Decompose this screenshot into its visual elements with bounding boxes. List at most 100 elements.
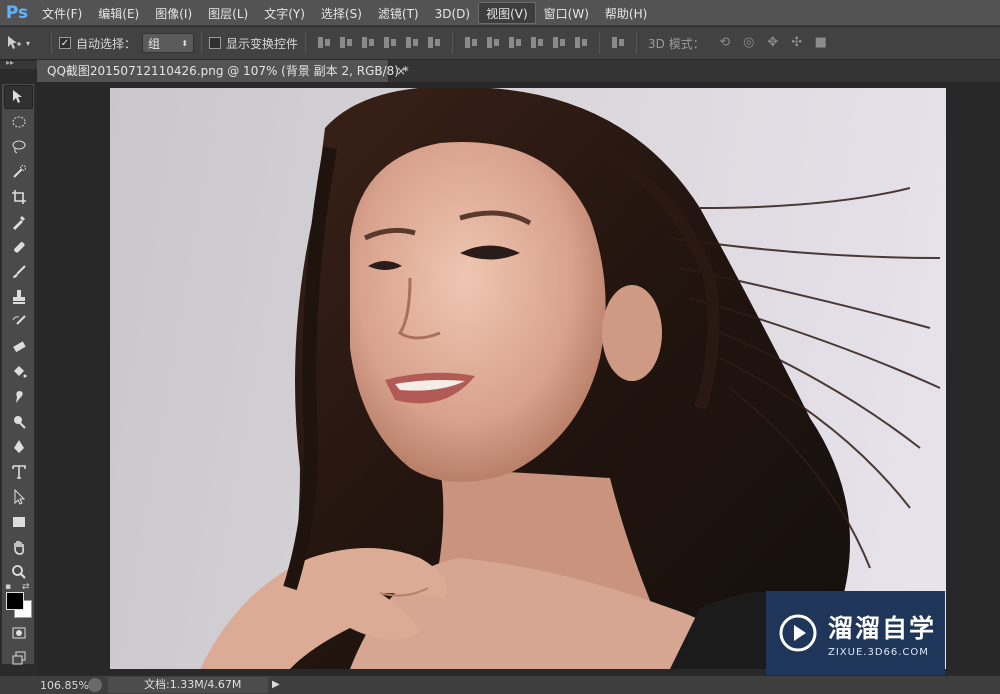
menu-edit[interactable]: 编辑(E) [90,2,147,24]
hand-icon [13,541,24,555]
photoshop-window: Ps 文件(F) 编辑(E) 图像(I) 图层(L) 文字(Y) 选择(S) 滤… [0,0,1000,694]
document-info[interactable]: 文档:1.33M/4.67M [108,677,268,693]
menu-file[interactable]: 文件(F) [34,2,90,24]
stamp-icon [12,290,25,304]
menu-window[interactable]: 窗口(W) [536,2,597,24]
bandage-icon [13,242,25,253]
separator [51,32,52,54]
quick-select-icon [12,165,26,178]
dodge-icon [13,416,26,429]
path-selection-tool[interactable] [4,485,33,509]
distribute-top-icon[interactable] [462,34,480,52]
3d-rotate-icon[interactable]: ⟲ [716,34,734,52]
watermark-title: 溜溜自学 [828,613,937,643]
distribute-left-icon[interactable] [528,34,546,52]
type-icon [11,465,26,479]
document-tab[interactable]: QQ截图20150712110426.png @ 107% (背景 副本 2, … [37,60,409,82]
auto-align-icon[interactable] [609,34,627,52]
menu-help[interactable]: 帮助(H) [597,2,655,24]
eyedropper-icon [12,215,25,230]
distribute-bottom-icon[interactable] [506,34,524,52]
rectangle-icon [12,517,25,527]
chevron-updown-icon: ⬍ [181,38,189,48]
menu-view[interactable]: 视图(V) [478,1,536,24]
3d-mode-label: 3D 模式： [648,36,705,51]
separator [636,32,638,54]
type-tool[interactable] [4,460,33,484]
share-icon[interactable] [88,678,102,692]
menu-filter[interactable]: 滤镜(T) [370,2,427,24]
watermark-logo: 溜溜自学 ZIXUE.3D66.COM [766,591,945,675]
lasso-tool[interactable] [4,135,33,159]
menu-select[interactable]: 选择(S) [313,2,370,24]
marquee-tool[interactable] [4,110,33,134]
brush-tool[interactable] [4,260,33,284]
menu-3d[interactable]: 3D(D) [427,2,478,24]
zoom-level[interactable]: 106.85% [0,679,89,692]
canvas-area[interactable] [37,82,1000,675]
align-hcenter-icon[interactable] [403,34,421,52]
auto-select-target-dropdown[interactable]: 组 ⬍ [142,33,195,53]
healing-brush-tool[interactable] [4,235,33,259]
color-swatches[interactable]: ▪ ⇄ [2,582,35,620]
align-vcenter-icon[interactable] [337,34,355,52]
ps-logo: Ps [5,2,29,23]
move-icon [12,90,22,103]
screen-mode-icon [12,651,25,665]
align-top-icon[interactable] [315,34,333,52]
separator [201,32,203,54]
screen-mode-button[interactable] [4,646,33,670]
separator [305,32,307,54]
distribute-vcenter-icon[interactable] [484,34,502,52]
crop-icon [11,190,26,204]
clone-stamp-tool[interactable] [4,285,33,309]
swap-colors-icon[interactable]: ⇄ [22,582,30,592]
zoom-tool[interactable] [4,560,33,584]
quick-select-tool[interactable] [4,160,33,184]
distribute-hcenter-icon[interactable] [550,34,568,52]
show-transform-checkbox[interactable] [209,37,222,49]
document-canvas[interactable] [110,88,946,669]
align-bottom-icon[interactable] [359,34,377,52]
menu-type[interactable]: 文字(Y) [256,2,313,24]
hand-tool[interactable] [4,535,33,559]
status-menu-arrow-icon[interactable]: ▶ [272,676,284,694]
play-logo-icon [779,614,817,652]
menu-image[interactable]: 图像(I) [147,2,200,24]
3d-roll-icon[interactable]: ◎ [740,34,758,52]
align-left-icon[interactable] [381,34,399,52]
eraser-tool[interactable] [4,335,33,359]
auto-select-checkbox[interactable]: ✓ [59,37,71,49]
close-tab-icon[interactable]: × [396,60,406,82]
brush-icon [12,265,26,278]
portrait-photo [200,88,941,669]
3d-drag-icon[interactable]: ✥ [764,34,782,52]
align-right-icon[interactable] [425,34,443,52]
separator [452,32,454,54]
status-bar: 106.85% 文档:1.33M/4.67M ▶ [0,675,1000,694]
history-brush-tool[interactable] [4,310,33,334]
eraser-icon [12,341,26,353]
rectangle-tool[interactable] [4,510,33,534]
3d-slide-icon[interactable]: ✣ [788,34,806,52]
pen-icon [13,440,24,453]
eyedropper-tool[interactable] [4,210,33,234]
menu-layer[interactable]: 图层(L) [200,2,256,24]
distribute-right-icon[interactable] [572,34,590,52]
smudge-tool[interactable] [4,385,33,409]
marquee-icon [12,116,25,128]
foreground-color[interactable] [6,592,24,610]
dodge-tool[interactable] [4,410,33,434]
options-bar: ▾ ✓ 自动选择： 组 ⬍ 显示变换控件 3D 模式： ⟲ ◎ ✥ ✣ ■ [0,27,1000,60]
quick-mask-button[interactable] [4,621,33,645]
zoom-icon [11,565,26,579]
default-colors-icon[interactable]: ▪ [5,582,11,592]
move-tool[interactable] [4,85,33,109]
paint-bucket-tool[interactable] [4,360,33,384]
pen-tool[interactable] [4,435,33,459]
move-tool-preset[interactable]: ▾ [6,31,44,55]
3d-camera-icon[interactable]: ■ [812,34,830,52]
lasso-icon [12,140,25,154]
collapse-icon: ▸▸ [6,58,15,67]
crop-tool[interactable] [4,185,33,209]
